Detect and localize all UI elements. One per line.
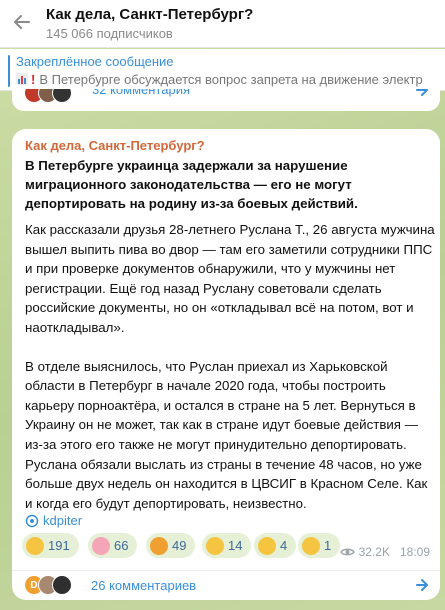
previous-comments-link[interactable]: 32 комментария xyxy=(12,89,440,111)
reaction-pig[interactable]: 66 xyxy=(88,533,138,558)
source-link[interactable]: kdpiter xyxy=(25,513,82,528)
exclamation-icon: ! xyxy=(31,72,36,87)
avatar xyxy=(52,575,72,595)
post-meta: 32.2K 18:09 xyxy=(339,545,430,559)
reaction-thumbs-down[interactable]: 1 xyxy=(298,533,341,558)
bar-chart-icon xyxy=(16,73,28,85)
reaction-thumbs-up[interactable]: 4 xyxy=(254,533,297,558)
reaction-count: 49 xyxy=(172,538,187,553)
pinned-text: В Петербурге обсуждается вопрос запрета … xyxy=(39,72,423,87)
post-time: 18:09 xyxy=(399,545,430,559)
comments-label: 26 комментариев xyxy=(91,578,197,593)
exploding-head-icon xyxy=(150,536,168,555)
link-icon xyxy=(25,514,39,527)
post-paragraph: Как рассказали друзья 28-летнего Руслана… xyxy=(25,222,435,335)
reaction-count: 4 xyxy=(280,538,288,553)
subscriber-count: 145 066 подписчиков xyxy=(46,26,173,41)
grinning-face-icon xyxy=(26,536,44,555)
message-bubble: Как дела, Санкт-Петербург? В Петербурге … xyxy=(12,129,440,572)
reaction-crying[interactable]: 14 xyxy=(202,533,252,558)
arrow-right-icon xyxy=(416,579,428,591)
post-author[interactable]: Как дела, Санкт-Петербург? xyxy=(25,138,205,153)
post-paragraph: В отделе выяснилось, что Руслан приехал … xyxy=(25,358,428,511)
avatar xyxy=(52,89,72,103)
reaction-count: 14 xyxy=(228,538,243,553)
eye-icon xyxy=(339,548,355,556)
pinned-preview: ! В Петербурге обсуждается вопрос запрета… xyxy=(16,72,423,87)
previous-comments-label: 32 комментария xyxy=(92,89,190,97)
crying-face-icon xyxy=(206,536,224,555)
pinned-title: Закреплённое сообщение xyxy=(16,54,174,69)
reaction-count: 1 xyxy=(324,538,332,553)
view-count: 32.2K xyxy=(358,545,390,559)
reaction-count: 66 xyxy=(114,538,129,553)
reaction-grinning[interactable]: 191 xyxy=(22,533,79,558)
reaction-exploding-head[interactable]: 49 xyxy=(146,533,196,558)
post-body: Как рассказали друзья 28-летнего Руслана… xyxy=(25,220,437,532)
arrow-left-icon xyxy=(14,15,30,29)
source-label: kdpiter xyxy=(43,513,83,528)
post-headline: В Петербурге украинца задержали за наруш… xyxy=(25,158,358,211)
pinned-message[interactable]: Закреплённое сообщение ! В Петербурге обс… xyxy=(0,49,445,91)
chat-header: Как дела, Санкт-Петербург? 145 066 подпи… xyxy=(0,0,445,48)
back-button[interactable] xyxy=(10,10,34,34)
pig-face-icon xyxy=(92,536,110,555)
arrow-right-icon xyxy=(416,89,428,96)
channel-title[interactable]: Как дела, Санкт-Петербург? xyxy=(46,6,253,23)
thumbs-up-icon xyxy=(258,536,276,555)
reaction-count: 191 xyxy=(48,538,70,553)
comments-link[interactable]: D 26 комментариев xyxy=(12,570,440,600)
thumbs-down-icon xyxy=(302,536,320,555)
pinned-indicator xyxy=(8,55,10,87)
